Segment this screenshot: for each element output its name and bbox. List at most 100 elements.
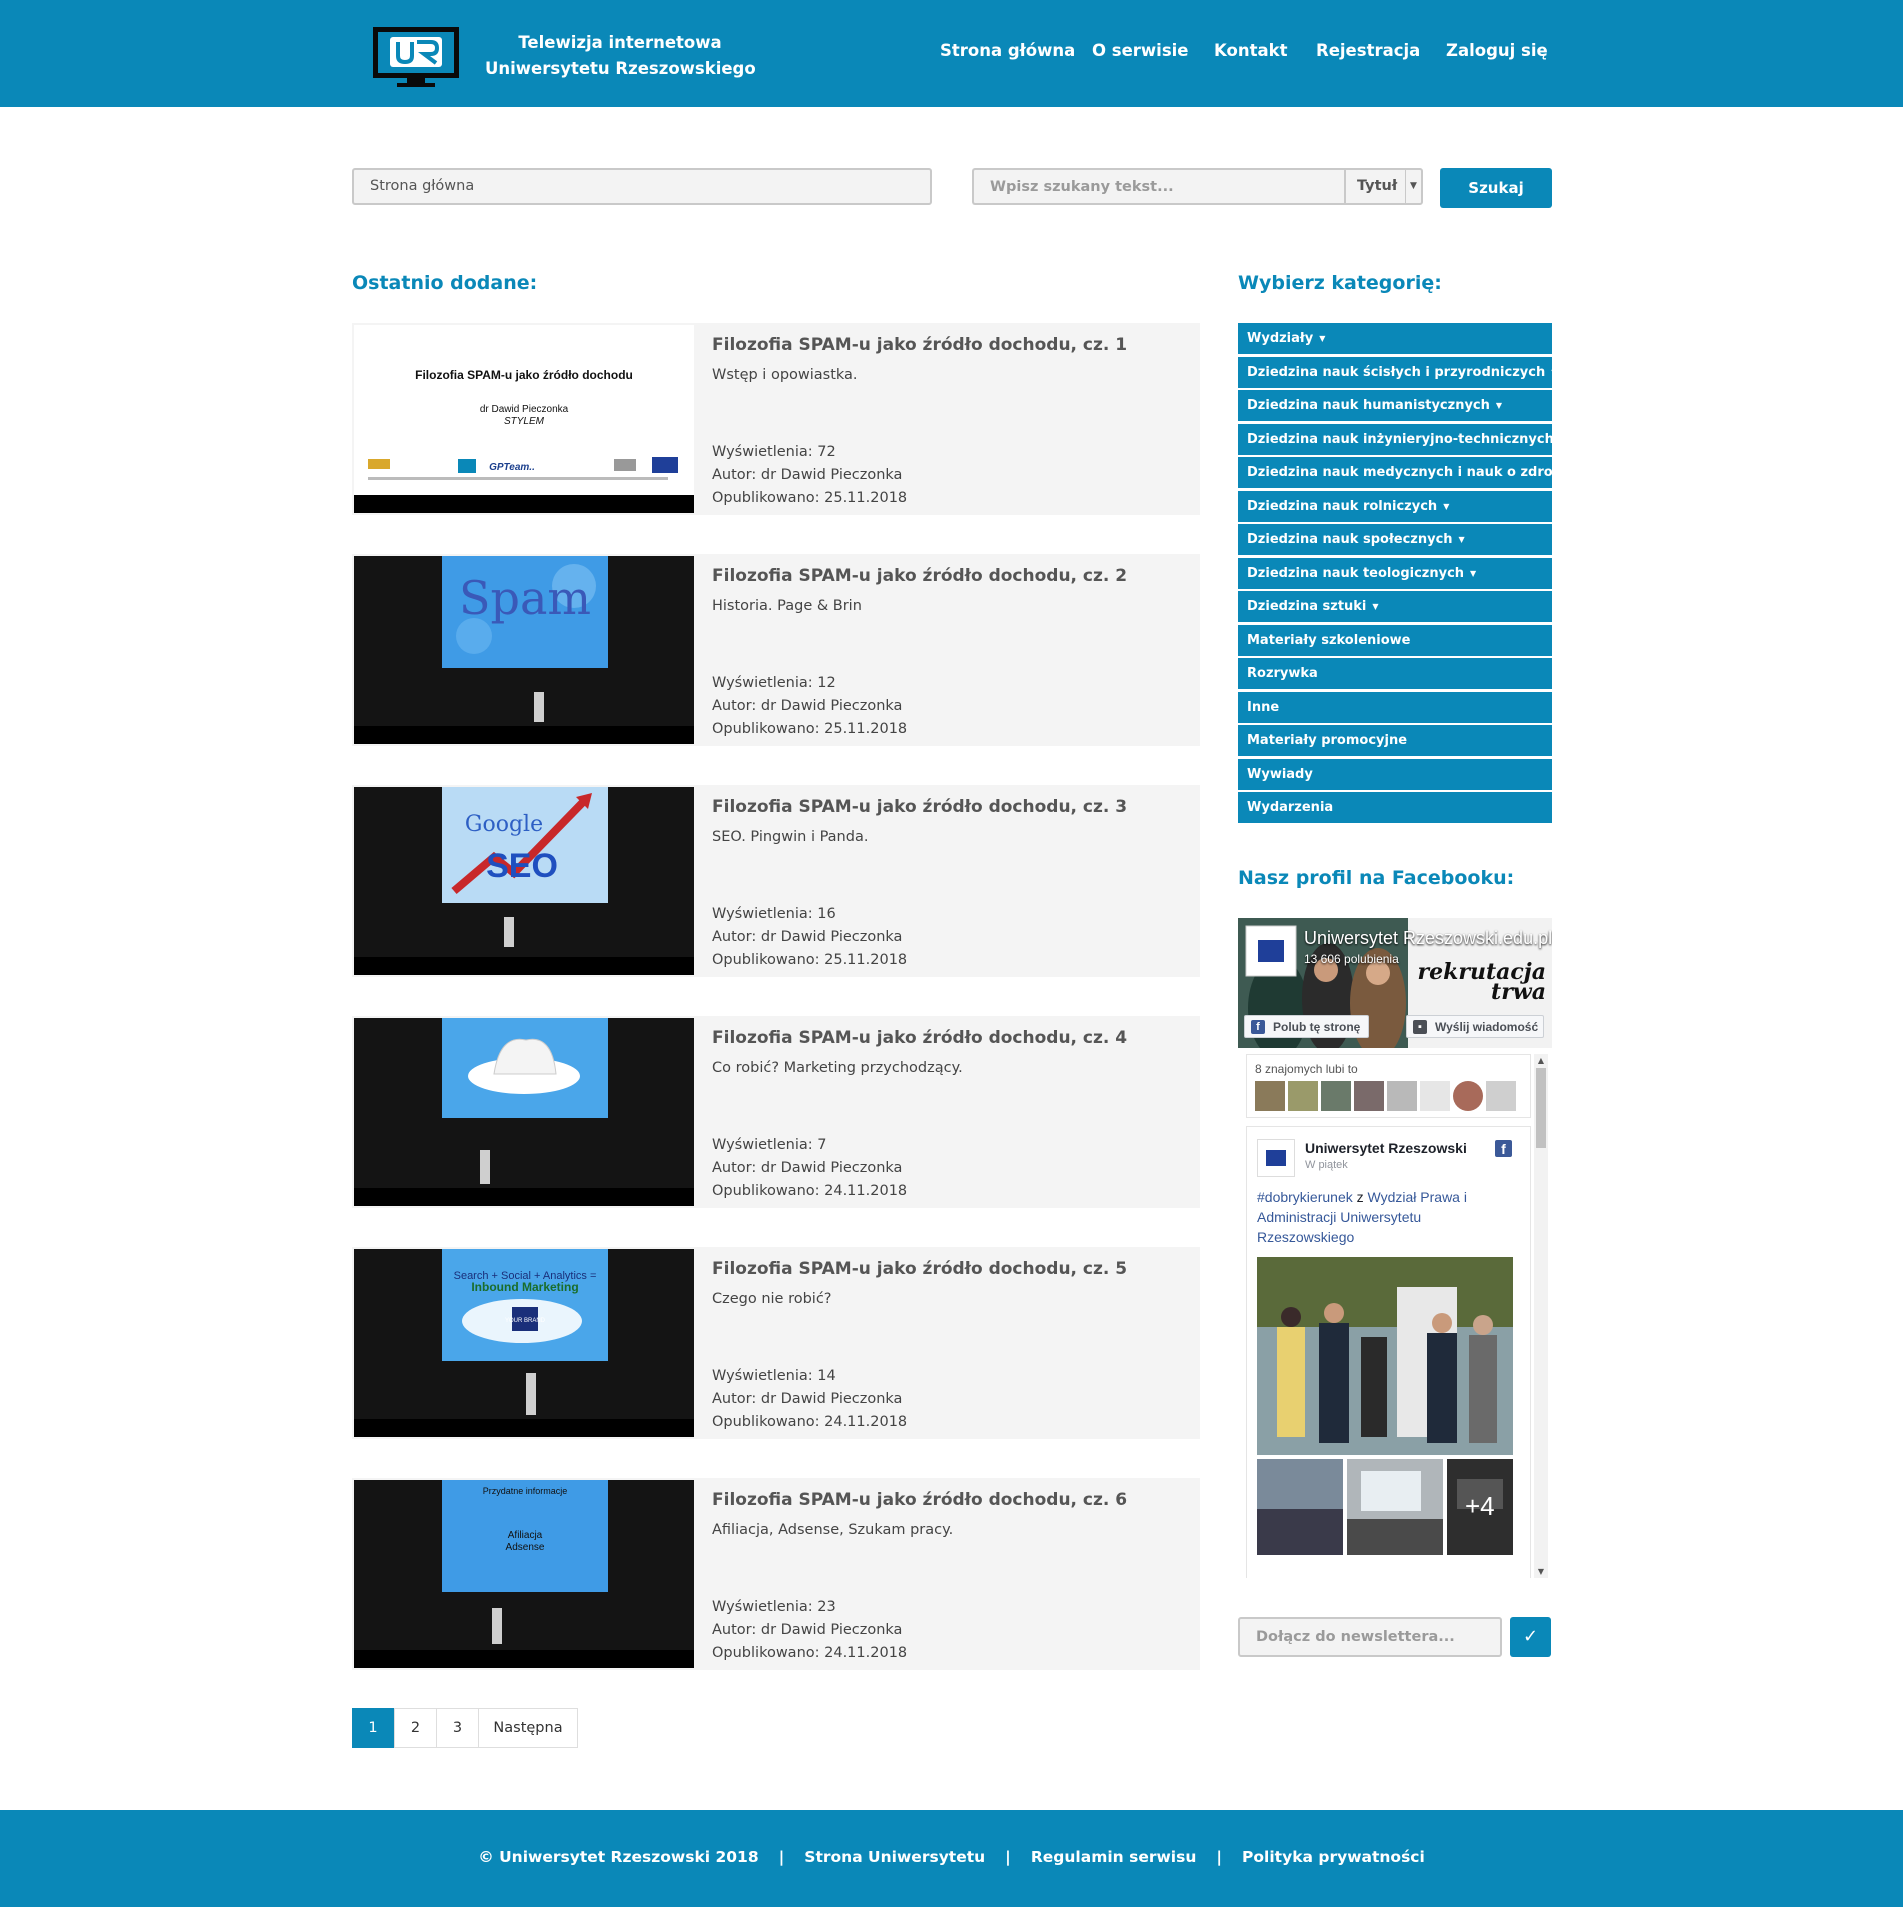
nav-about[interactable]: O serwisie bbox=[1092, 41, 1189, 60]
slide-l2-text: Adsense bbox=[506, 1542, 545, 1553]
search-input[interactable] bbox=[972, 168, 1345, 205]
page-link-3[interactable]: 3 bbox=[436, 1708, 479, 1748]
video-title[interactable]: Filozofia SPAM-u jako źródło dochodu, cz… bbox=[712, 1259, 1127, 1279]
facebook-heading: Nasz profil na Facebooku: bbox=[1238, 867, 1515, 889]
category-item[interactable]: Dziedzina nauk humanistycznych ▼ bbox=[1237, 389, 1553, 422]
friend-avatar[interactable] bbox=[1321, 1081, 1351, 1111]
slide-word-text: Google bbox=[465, 812, 543, 837]
friend-avatar[interactable] bbox=[1420, 1081, 1450, 1111]
video-description: Wstęp i opowiastka. bbox=[712, 367, 858, 383]
friend-avatar[interactable] bbox=[1453, 1081, 1483, 1111]
category-label: Wydarzenia bbox=[1247, 800, 1334, 815]
page-link-2[interactable]: 2 bbox=[394, 1708, 437, 1748]
post-hashtag[interactable]: #dobrykierunek bbox=[1257, 1189, 1353, 1205]
more-photos-count: +4 bbox=[1465, 1491, 1495, 1521]
post-time[interactable]: W piątek bbox=[1305, 1159, 1348, 1171]
facebook-widget[interactable]: Uniwersytet Rzeszowski.edu.pl 13 606 pol… bbox=[1238, 918, 1552, 1578]
nav-register[interactable]: Rejestracja bbox=[1316, 41, 1420, 60]
scroll-down-icon[interactable]: ▼ bbox=[1534, 1567, 1548, 1576]
facebook-post[interactable]: Uniwersytet Rzeszowski W piątek f #dobry… bbox=[1246, 1126, 1531, 1578]
video-thumbnail[interactable]: Przydatne informacje Afiliacja Adsense bbox=[354, 1480, 694, 1668]
video-thumbnail[interactable]: Search + Social + Analytics = Inbound Ma… bbox=[354, 1249, 694, 1437]
category-item[interactable]: Dziedzina nauk ścisłych i przyrodniczych… bbox=[1237, 355, 1557, 389]
slide-logo-text: GPTeam.. bbox=[489, 462, 535, 473]
post-author-avatar[interactable] bbox=[1257, 1139, 1295, 1177]
category-item[interactable]: Dziedzina nauk inżynieryjno-technicznych… bbox=[1237, 422, 1566, 456]
video-title[interactable]: Filozofia SPAM-u jako źródło dochodu, cz… bbox=[712, 335, 1127, 355]
category-item[interactable]: Wywiady bbox=[1237, 757, 1553, 791]
newsletter-submit-button[interactable]: ✓ bbox=[1510, 1617, 1551, 1657]
video-title[interactable]: Filozofia SPAM-u jako źródło dochodu, cz… bbox=[712, 797, 1127, 817]
category-item[interactable]: Dziedzina nauk medycznych i nauk o zdrow… bbox=[1237, 456, 1591, 489]
category-item[interactable]: Inne bbox=[1237, 690, 1553, 724]
search-button[interactable]: Szukaj bbox=[1440, 168, 1552, 208]
post-author-name[interactable]: Uniwersytet Rzeszowski bbox=[1305, 1140, 1467, 1156]
post-photo-thumb[interactable] bbox=[1257, 1459, 1343, 1555]
nav-contact[interactable]: Kontakt bbox=[1214, 41, 1287, 60]
category-item[interactable]: Wydziały ▼ bbox=[1237, 322, 1553, 355]
category-label: Wydziały bbox=[1247, 331, 1314, 346]
facebook-like-button[interactable]: f Polub tę stronę bbox=[1244, 1015, 1369, 1038]
category-item[interactable]: Dziedzina nauk teologicznych ▼ bbox=[1237, 556, 1553, 590]
facebook-page-name[interactable]: Uniwersytet Rzeszowski.edu.pl bbox=[1304, 928, 1552, 949]
nav-login[interactable]: Zaloguj się bbox=[1446, 41, 1548, 60]
friend-avatar[interactable] bbox=[1486, 1081, 1516, 1111]
video-thumbnail[interactable]: Spam bbox=[354, 556, 694, 744]
category-item[interactable]: Rozrywka bbox=[1237, 657, 1553, 690]
video-card[interactable]: Przydatne informacje Afiliacja Adsense F… bbox=[352, 1478, 1200, 1670]
newsletter-input[interactable] bbox=[1238, 1617, 1502, 1657]
slide-title-text: Filozofia SPAM-u jako źródło dochodu bbox=[415, 368, 633, 382]
post-photo-thumb[interactable] bbox=[1347, 1459, 1443, 1555]
video-meta: Wyświetlenia: 16 Autor: dr Dawid Pieczon… bbox=[712, 903, 907, 972]
video-title[interactable]: Filozofia SPAM-u jako źródło dochodu, cz… bbox=[712, 1028, 1127, 1048]
search-field-select[interactable]: Tytuł ▼ bbox=[1344, 168, 1423, 205]
category-item[interactable]: Materiały szkoleniowe bbox=[1237, 623, 1553, 657]
chevron-down-icon: ▼ bbox=[1405, 170, 1421, 203]
nav-home[interactable]: Strona główna bbox=[940, 41, 1075, 60]
facebook-message-button[interactable]: ▪ Wyślij wiadomość bbox=[1406, 1015, 1544, 1038]
category-label: Dziedzina nauk ścisłych i przyrodniczych bbox=[1247, 364, 1546, 380]
post-photo-more[interactable]: +4 bbox=[1447, 1459, 1513, 1555]
post-photo[interactable] bbox=[1257, 1257, 1513, 1455]
next-page-link[interactable]: Następna bbox=[478, 1708, 578, 1748]
footer-link-terms[interactable]: Regulamin serwisu bbox=[1031, 1848, 1197, 1866]
video-title[interactable]: Filozofia SPAM-u jako źródło dochodu, cz… bbox=[712, 1490, 1127, 1510]
facebook-feed[interactable]: 8 znajomych lubi to Uniwersytet Rzeszows… bbox=[1246, 1054, 1531, 1578]
page-link-1[interactable]: 1 bbox=[352, 1708, 394, 1748]
facebook-scrollbar[interactable]: ▲ ▼ bbox=[1534, 1054, 1548, 1578]
facebook-icon: f bbox=[1495, 1140, 1512, 1157]
category-item[interactable]: Dziedzina nauk społecznych ▼ bbox=[1237, 523, 1553, 556]
video-card[interactable]: Search + Social + Analytics = Inbound Ma… bbox=[352, 1247, 1200, 1439]
footer-link-privacy[interactable]: Polityka prywatności bbox=[1242, 1848, 1425, 1866]
video-thumbnail[interactable]: Google SEO bbox=[354, 787, 694, 975]
friend-avatar[interactable] bbox=[1288, 1081, 1318, 1111]
video-views: Wyświetlenia: 23 bbox=[712, 1599, 836, 1615]
video-title[interactable]: Filozofia SPAM-u jako źródło dochodu, cz… bbox=[712, 566, 1127, 586]
video-meta: Wyświetlenia: 7 Autor: dr Dawid Pieczonk… bbox=[712, 1134, 907, 1203]
facebook-page-name-suffix: .edu.pl bbox=[1498, 928, 1552, 948]
category-item[interactable]: Dziedzina nauk rolniczych ▼ bbox=[1237, 489, 1553, 523]
video-views: Wyświetlenia: 14 bbox=[712, 1368, 836, 1384]
footer-separator: | bbox=[778, 1848, 785, 1866]
footer-separator: | bbox=[1005, 1848, 1011, 1866]
footer-link-university[interactable]: Strona Uniwersytetu bbox=[804, 1848, 985, 1866]
friend-avatar[interactable] bbox=[1255, 1081, 1285, 1111]
video-views: Wyświetlenia: 72 bbox=[712, 444, 836, 460]
category-item[interactable]: Dziedzina sztuki ▼ bbox=[1237, 590, 1553, 623]
category-item[interactable]: Wydarzenia bbox=[1237, 791, 1553, 824]
scrollbar-thumb[interactable] bbox=[1536, 1068, 1546, 1148]
video-thumbnail[interactable] bbox=[354, 1018, 694, 1206]
friend-avatar[interactable] bbox=[1354, 1081, 1384, 1111]
facebook-cover[interactable]: Uniwersytet Rzeszowski.edu.pl 13 606 pol… bbox=[1238, 918, 1552, 1048]
category-item[interactable]: Materiały promocyjne bbox=[1237, 724, 1553, 757]
video-card[interactable]: Spam Filozofia SPAM-u jako źródło dochod… bbox=[352, 554, 1200, 746]
friend-avatar[interactable] bbox=[1387, 1081, 1417, 1111]
category-label: Dziedzina nauk rolniczych bbox=[1247, 498, 1438, 514]
caret-down-icon: ▼ bbox=[1319, 334, 1326, 343]
video-card[interactable]: Google SEO Filozofia SPAM-u jako źródło … bbox=[352, 785, 1200, 977]
video-date: Opublikowano: 24.11.2018 bbox=[712, 1645, 908, 1661]
scroll-up-icon[interactable]: ▲ bbox=[1534, 1056, 1548, 1065]
video-card[interactable]: Filozofia SPAM-u jako źródło dochodu dr … bbox=[352, 323, 1200, 515]
video-card[interactable]: Filozofia SPAM-u jako źródło dochodu, cz… bbox=[352, 1016, 1200, 1208]
video-thumbnail[interactable]: Filozofia SPAM-u jako źródło dochodu dr … bbox=[354, 325, 694, 513]
